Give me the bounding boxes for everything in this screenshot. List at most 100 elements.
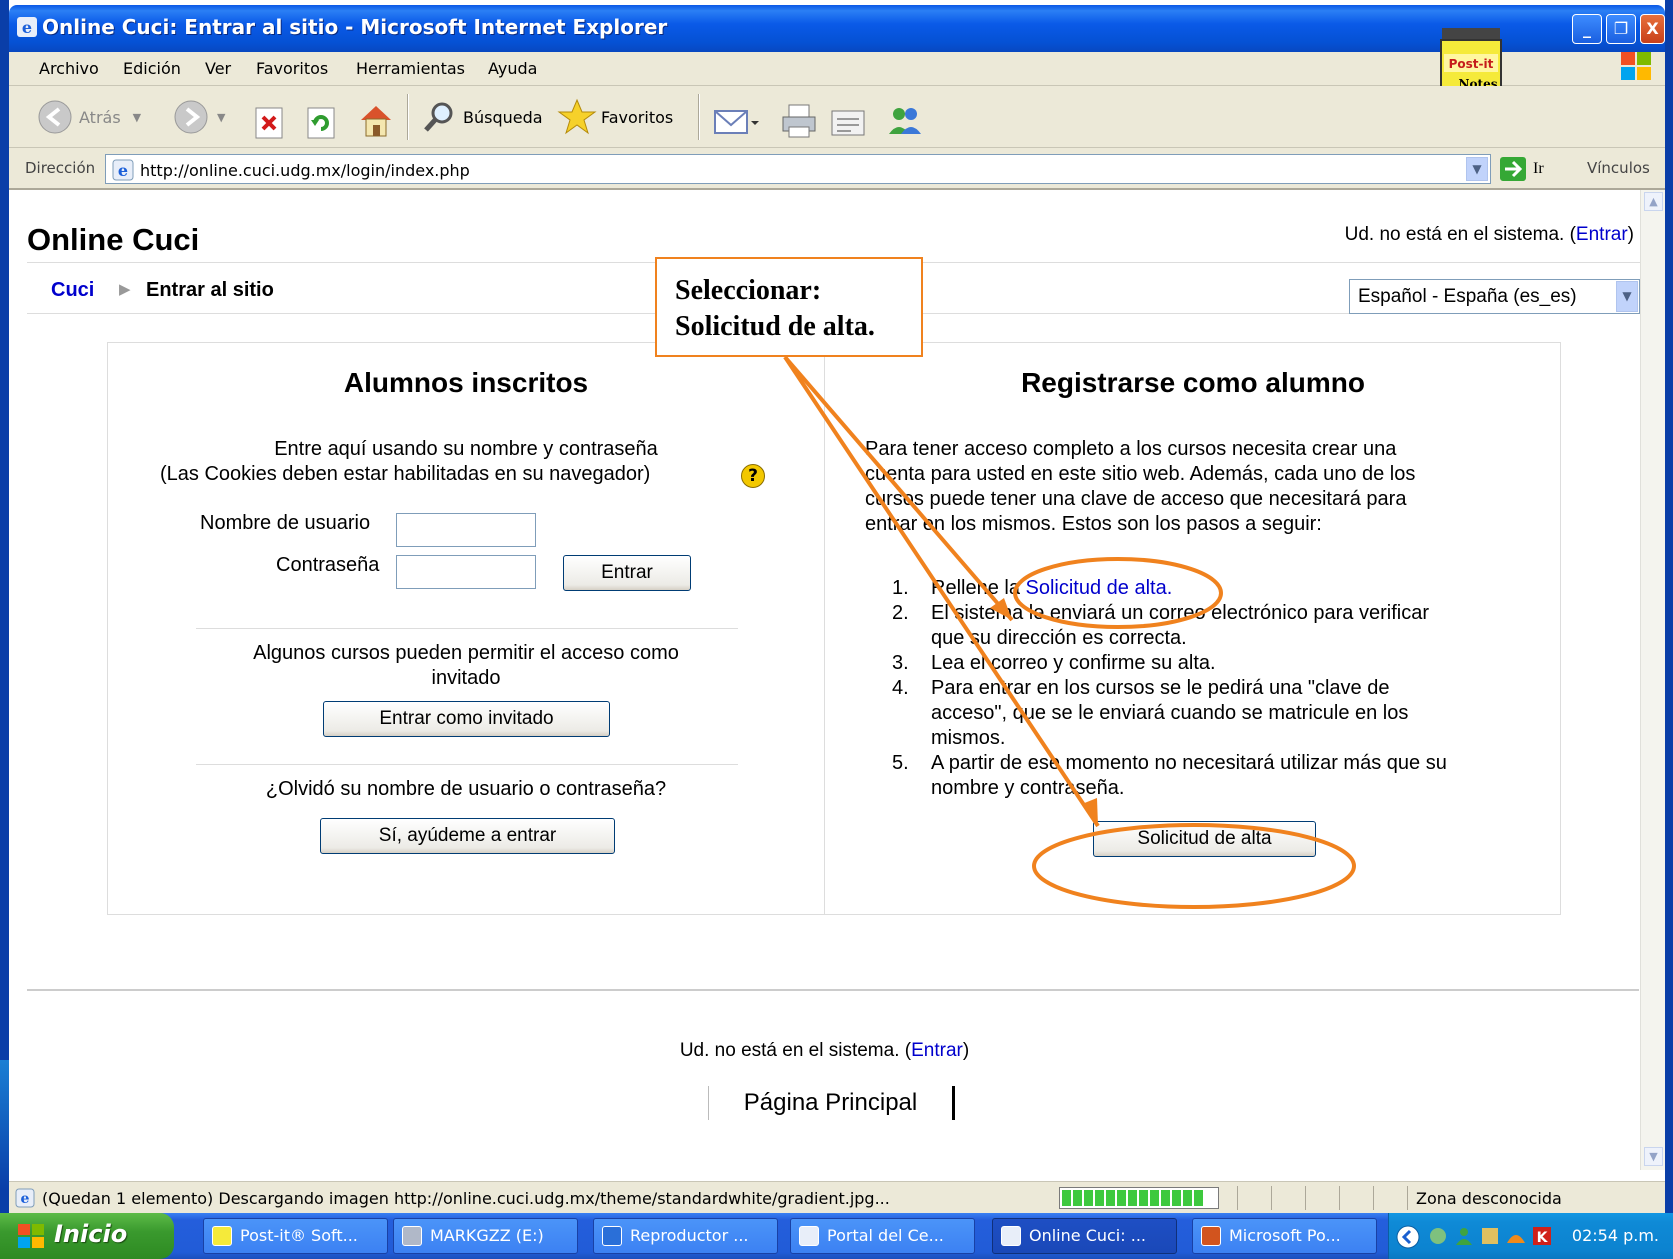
signup-intro-line4: entrar en los mismos. Estos son los paso… — [865, 513, 1322, 535]
powerpoint-icon — [1201, 1226, 1221, 1246]
favorites-button[interactable]: Favoritos — [557, 94, 673, 140]
close-button[interactable]: X — [1640, 14, 1665, 44]
annotation-callout: Seleccionar: Solicitud de alta. — [655, 257, 923, 357]
footer-status-text: Ud. no está en el sistema. ( — [679, 1040, 912, 1061]
login-intro-line2: (Las Cookies deben estar habilitadas en … — [160, 463, 651, 485]
back-button[interactable]: Atrás ▼ — [37, 94, 141, 140]
login-link[interactable]: Entrar — [1576, 224, 1628, 245]
svg-text:e: e — [118, 161, 128, 180]
back-dropdown-icon[interactable]: ▼ — [133, 111, 141, 124]
refresh-icon[interactable] — [305, 100, 337, 146]
ie-page-icon: e — [15, 1188, 35, 1208]
taskbar-button-label: Microsoft Po... — [1229, 1226, 1341, 1245]
taskbar-button-2[interactable]: MARKGZZ (E:) — [393, 1218, 578, 1254]
footer-login-status: Ud. no está en el sistema. (Entrar) — [9, 1040, 1640, 1062]
language-select[interactable]: Español - España (es_es) ▼ — [1349, 279, 1640, 314]
progress-block — [1073, 1190, 1082, 1206]
go-arrow-icon — [1500, 157, 1526, 181]
signup-intro-line3: cursos puede tener una clave de acceso q… — [865, 488, 1407, 510]
links-toolbar[interactable]: Vínculos — [1587, 159, 1650, 177]
ie-icon — [1001, 1226, 1021, 1246]
back-label: Atrás — [79, 107, 121, 127]
taskbar-button-1[interactable]: Post-it® Soft... — [203, 1218, 388, 1254]
signup-heading: Registrarse como alumno — [1021, 367, 1365, 398]
login-status-close: ) — [1627, 224, 1634, 245]
taskbar-button-label: Reproductor ... — [630, 1226, 749, 1245]
edit-icon[interactable] — [829, 100, 867, 146]
footer-login-link[interactable]: Entrar — [911, 1040, 963, 1061]
desktop-screen: e Online Cuci: Entrar al sitio - Microso… — [0, 0, 1673, 1259]
password-input[interactable] — [396, 555, 536, 589]
footer-separator — [27, 989, 1639, 991]
ie-page-icon: e — [112, 159, 134, 181]
username-label: Nombre de usuario — [200, 512, 371, 534]
progress-block — [1161, 1190, 1170, 1206]
security-tray-icon[interactable] — [1479, 1225, 1501, 1247]
search-button[interactable]: Búsqueda — [421, 94, 543, 140]
signup-button[interactable]: Solicitud de alta — [1093, 821, 1316, 857]
taskbar-button-3[interactable]: Reproductor ... — [593, 1218, 778, 1254]
guest-text-line1: Algunos cursos pueden permitir el acceso… — [253, 642, 679, 664]
go-button[interactable]: Ir — [1499, 156, 1544, 182]
forgot-password-button[interactable]: Sí, ayúdeme a entrar — [320, 818, 615, 854]
taskbar-button-4[interactable]: Portal del Ce... — [790, 1218, 975, 1254]
breadcrumb-home-link[interactable]: Cuci — [51, 279, 94, 302]
step-3-line1: Lea el correo y confirme su alta. — [931, 652, 1216, 674]
postit-icon — [212, 1226, 232, 1246]
menu-ayuda[interactable]: Ayuda — [488, 59, 537, 78]
messenger-icon[interactable] — [885, 98, 925, 144]
forward-dropdown-icon[interactable]: ▼ — [217, 111, 225, 124]
users-icon[interactable] — [1453, 1225, 1475, 1247]
menu-ver[interactable]: Ver — [205, 59, 231, 78]
stop-icon[interactable] — [253, 100, 285, 146]
guest-login-button[interactable]: Entrar como invitado — [323, 701, 610, 737]
standard-toolbar: Atrás ▼ ▼ Búsqueda Favoritos — [9, 86, 1665, 148]
minimize-button[interactable]: _ — [1572, 14, 1602, 44]
tray-arrow-icon[interactable] — [1395, 1224, 1421, 1250]
login-heading: Alumnos inscritos — [343, 367, 589, 398]
vertical-scrollbar[interactable]: ▲ ▼ — [1640, 190, 1665, 1170]
signup-form-link[interactable]: Solicitud de alta. — [1026, 577, 1173, 599]
progress-block — [1128, 1190, 1137, 1206]
scroll-up-icon[interactable]: ▲ — [1644, 192, 1663, 211]
messenger-tray-icon[interactable] — [1505, 1225, 1527, 1247]
login-status: Ud. no está en el sistema. (Entrar) — [1345, 224, 1634, 246]
network-icon[interactable] — [1427, 1225, 1449, 1247]
status-bar: e (Quedan 1 elemento) Descargando imagen… — [9, 1181, 1665, 1213]
taskbar-button-6[interactable]: Microsoft Po... — [1192, 1218, 1377, 1254]
address-dropdown-icon[interactable]: ▼ — [1466, 157, 1488, 181]
status-text: (Quedan 1 elemento) Descargando imagen h… — [42, 1189, 890, 1208]
password-label: Contraseña — [276, 554, 380, 576]
print-icon[interactable] — [779, 98, 819, 144]
menu-herramientas[interactable]: Herramientas — [356, 59, 465, 78]
start-button[interactable]: Inicio — [0, 1213, 174, 1259]
language-value: Español - España (es_es) — [1358, 286, 1577, 307]
annotation-line2: Solicitud de alta. — [675, 311, 875, 342]
desktop-background-left-highlight — [0, 1060, 9, 1190]
address-input[interactable]: e http://online.cuci.udg.mx/login/index.… — [105, 154, 1491, 184]
progress-block — [1150, 1190, 1159, 1206]
search-icon — [424, 102, 453, 132]
window-title-bar[interactable]: e Online Cuci: Entrar al sitio - Microso… — [9, 5, 1665, 52]
mail-icon[interactable] — [713, 100, 759, 146]
guest-separator — [196, 764, 738, 765]
signup-intro-line2: cuenta para usted en este sitio web. Ade… — [865, 463, 1416, 485]
home-icon[interactable] — [357, 98, 395, 144]
scroll-down-icon[interactable]: ▼ — [1644, 1147, 1663, 1166]
taskbar-button-label: MARKGZZ (E:) — [430, 1226, 544, 1245]
windows-logo-icon — [1621, 52, 1651, 80]
antivirus-icon[interactable]: K — [1531, 1225, 1553, 1247]
home-page-button[interactable]: Página Principal — [708, 1086, 955, 1120]
username-input[interactable] — [396, 513, 536, 547]
search-label: Búsqueda — [463, 107, 543, 127]
menu-edicion[interactable]: Edición — [123, 59, 181, 78]
maximize-button[interactable]: ❐ — [1606, 14, 1636, 44]
forward-button[interactable]: ▼ — [173, 94, 225, 140]
breadcrumb-separator-icon: ▶ — [119, 280, 131, 298]
language-dropdown-icon[interactable]: ▼ — [1616, 281, 1638, 312]
login-submit-button[interactable]: Entrar — [563, 555, 691, 591]
menu-archivo[interactable]: Archivo — [39, 59, 99, 78]
taskbar-button-5[interactable]: Online Cuci: ... — [992, 1218, 1177, 1254]
menu-favoritos[interactable]: Favoritos — [256, 59, 328, 78]
help-icon[interactable]: ? — [741, 464, 765, 488]
